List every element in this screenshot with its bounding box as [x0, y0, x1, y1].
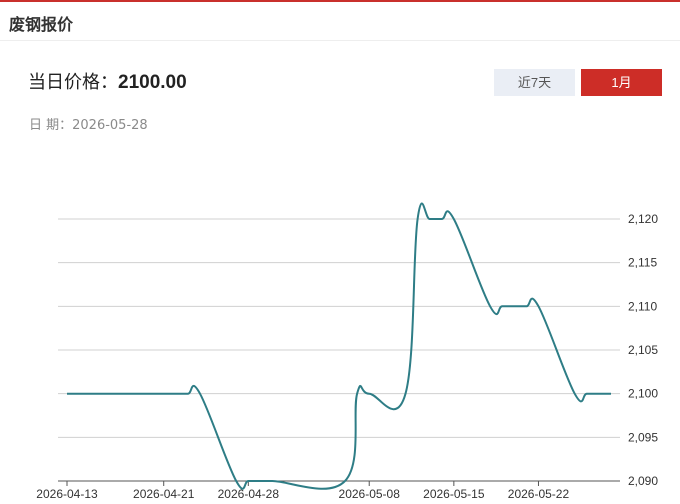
price-series-line	[66, 202, 611, 490]
y-tick-label: 2,110	[628, 299, 657, 313]
x-tick-label: 2026-05-08	[339, 487, 401, 501]
y-tick-label: 2,120	[628, 212, 658, 226]
x-tick-label: 2026-04-13	[36, 487, 98, 501]
x-tick-label: 2026-04-28	[218, 487, 280, 501]
y-tick-label: 2,105	[628, 343, 658, 357]
price-line-chart: 2,090 2,095 2,100 2,105 2,110 2,115 2,120 2026-…	[36, 202, 658, 501]
y-tick-label: 2,115	[628, 256, 657, 270]
y-tick-label: 2,100	[628, 387, 658, 401]
x-tick-label: 2026-05-15	[423, 487, 485, 501]
y-tick-label: 2,090	[628, 474, 658, 488]
x-tick-label: 2026-04-21	[133, 487, 195, 501]
y-tick-label: 2,095	[628, 430, 658, 444]
x-tick-label: 2026-05-22	[508, 487, 570, 501]
